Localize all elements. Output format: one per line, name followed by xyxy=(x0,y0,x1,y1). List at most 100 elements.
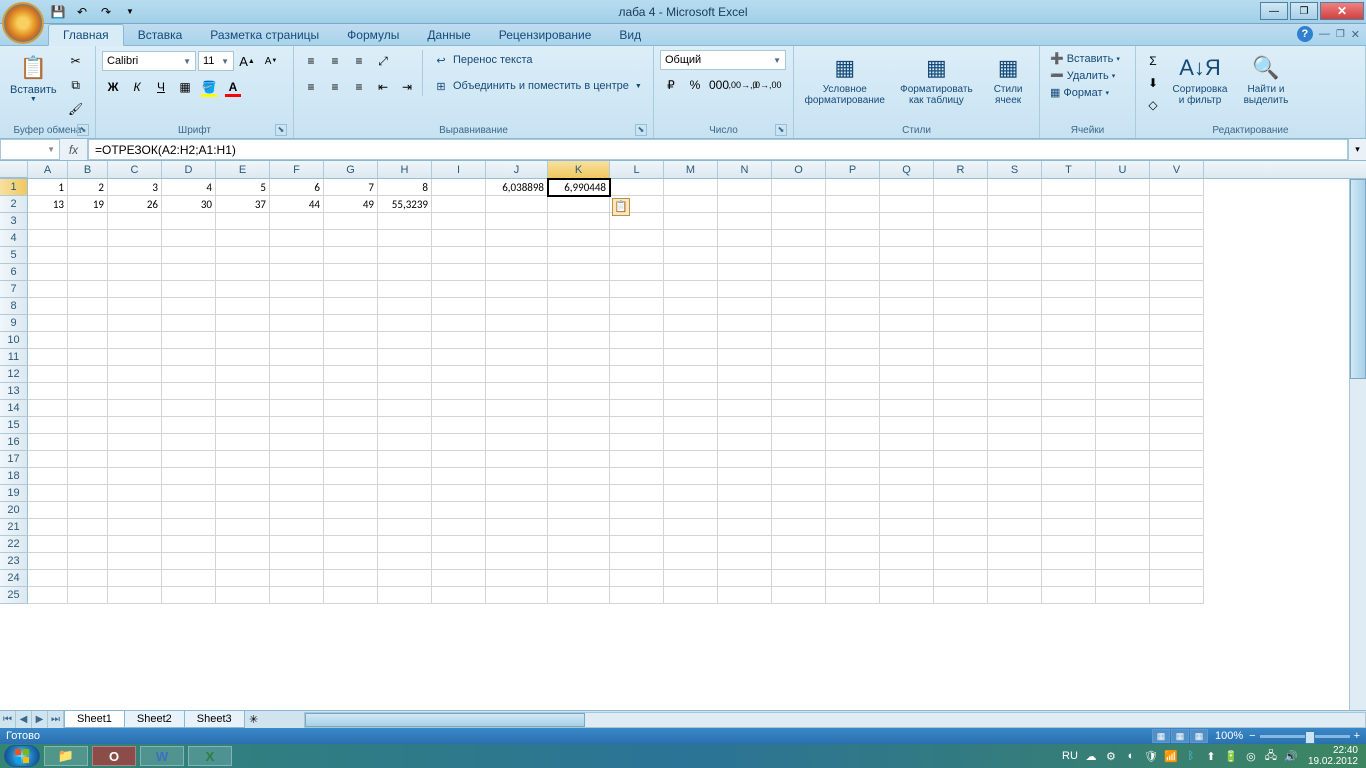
col-header-A[interactable]: A xyxy=(28,161,68,178)
qat-undo-icon[interactable]: ↶ xyxy=(72,3,92,21)
grow-font-icon[interactable]: A▲ xyxy=(236,50,258,72)
cell-U21[interactable] xyxy=(1096,519,1150,536)
cell-O4[interactable] xyxy=(772,230,826,247)
cell-A17[interactable] xyxy=(28,451,68,468)
cell-J11[interactable] xyxy=(486,349,548,366)
cell-L9[interactable] xyxy=(610,315,664,332)
tab-insert[interactable]: Вставка xyxy=(124,25,197,45)
cell-S9[interactable] xyxy=(988,315,1042,332)
cell-V22[interactable] xyxy=(1150,536,1204,553)
cell-P10[interactable] xyxy=(826,332,880,349)
cell-S14[interactable] xyxy=(988,400,1042,417)
cell-P23[interactable] xyxy=(826,553,880,570)
cell-F11[interactable] xyxy=(270,349,324,366)
cell-N5[interactable] xyxy=(718,247,772,264)
cell-H21[interactable] xyxy=(378,519,432,536)
cell-Q8[interactable] xyxy=(880,298,934,315)
row-header-11[interactable]: 11 xyxy=(0,349,28,366)
cell-K14[interactable] xyxy=(548,400,610,417)
cell-F23[interactable] xyxy=(270,553,324,570)
cell-J2[interactable] xyxy=(486,196,548,213)
name-box[interactable]: ▼ xyxy=(0,139,60,160)
cell-E7[interactable] xyxy=(216,281,270,298)
cell-O15[interactable] xyxy=(772,417,826,434)
cell-O9[interactable] xyxy=(772,315,826,332)
cell-J18[interactable] xyxy=(486,468,548,485)
cell-V9[interactable] xyxy=(1150,315,1204,332)
cell-G22[interactable] xyxy=(324,536,378,553)
cell-C24[interactable] xyxy=(108,570,162,587)
cell-G4[interactable] xyxy=(324,230,378,247)
cell-C10[interactable] xyxy=(108,332,162,349)
cell-Q4[interactable] xyxy=(880,230,934,247)
cell-C19[interactable] xyxy=(108,485,162,502)
cell-P4[interactable] xyxy=(826,230,880,247)
align-right-icon[interactable]: ≡ xyxy=(348,76,370,98)
cell-N18[interactable] xyxy=(718,468,772,485)
cell-S10[interactable] xyxy=(988,332,1042,349)
cell-U13[interactable] xyxy=(1096,383,1150,400)
cell-B14[interactable] xyxy=(68,400,108,417)
cell-I8[interactable] xyxy=(432,298,486,315)
cell-Q24[interactable] xyxy=(880,570,934,587)
cell-A9[interactable] xyxy=(28,315,68,332)
cell-N12[interactable] xyxy=(718,366,772,383)
cell-G12[interactable] xyxy=(324,366,378,383)
cell-L15[interactable] xyxy=(610,417,664,434)
row-header-15[interactable]: 15 xyxy=(0,417,28,434)
cell-I14[interactable] xyxy=(432,400,486,417)
cell-D4[interactable] xyxy=(162,230,216,247)
cell-F22[interactable] xyxy=(270,536,324,553)
cell-K24[interactable] xyxy=(548,570,610,587)
cell-P9[interactable] xyxy=(826,315,880,332)
cell-N4[interactable] xyxy=(718,230,772,247)
cell-D8[interactable] xyxy=(162,298,216,315)
cell-G8[interactable] xyxy=(324,298,378,315)
underline-icon[interactable]: Ч xyxy=(150,76,172,98)
cell-M4[interactable] xyxy=(664,230,718,247)
cell-M15[interactable] xyxy=(664,417,718,434)
cell-A24[interactable] xyxy=(28,570,68,587)
cell-P5[interactable] xyxy=(826,247,880,264)
cell-S19[interactable] xyxy=(988,485,1042,502)
cell-Q18[interactable] xyxy=(880,468,934,485)
wrap-text-button[interactable]: ↩Перенос текста xyxy=(429,50,646,70)
cell-E8[interactable] xyxy=(216,298,270,315)
sheet-nav-prev-icon[interactable]: ◀ xyxy=(16,711,32,729)
cell-R9[interactable] xyxy=(934,315,988,332)
cell-L17[interactable] xyxy=(610,451,664,468)
tray-network-icon[interactable]: 🖧 xyxy=(1264,749,1278,763)
cell-I13[interactable] xyxy=(432,383,486,400)
cell-G16[interactable] xyxy=(324,434,378,451)
col-header-S[interactable]: S xyxy=(988,161,1042,178)
cell-Q7[interactable] xyxy=(880,281,934,298)
cell-I9[interactable] xyxy=(432,315,486,332)
cell-E15[interactable] xyxy=(216,417,270,434)
cell-B20[interactable] xyxy=(68,502,108,519)
row-header-25[interactable]: 25 xyxy=(0,587,28,604)
number-format-combo[interactable]: Общий▼ xyxy=(660,50,786,70)
cell-K1[interactable]: 6,990448 xyxy=(548,179,610,196)
cell-E9[interactable] xyxy=(216,315,270,332)
cut-icon[interactable]: ✂ xyxy=(65,50,87,72)
cell-R3[interactable] xyxy=(934,213,988,230)
cell-Q13[interactable] xyxy=(880,383,934,400)
cell-Q15[interactable] xyxy=(880,417,934,434)
taskbar-explorer[interactable]: 📁 xyxy=(44,746,88,766)
qat-redo-icon[interactable]: ↷ xyxy=(96,3,116,21)
number-launcher[interactable]: ⬊ xyxy=(775,124,787,136)
row-header-23[interactable]: 23 xyxy=(0,553,28,570)
row-header-24[interactable]: 24 xyxy=(0,570,28,587)
cell-P20[interactable] xyxy=(826,502,880,519)
cell-R2[interactable] xyxy=(934,196,988,213)
cell-L22[interactable] xyxy=(610,536,664,553)
cell-E12[interactable] xyxy=(216,366,270,383)
cell-I24[interactable] xyxy=(432,570,486,587)
cell-P6[interactable] xyxy=(826,264,880,281)
cell-T18[interactable] xyxy=(1042,468,1096,485)
cell-G15[interactable] xyxy=(324,417,378,434)
cell-O14[interactable] xyxy=(772,400,826,417)
cell-D9[interactable] xyxy=(162,315,216,332)
cell-F13[interactable] xyxy=(270,383,324,400)
align-center-icon[interactable]: ≡ xyxy=(324,76,346,98)
